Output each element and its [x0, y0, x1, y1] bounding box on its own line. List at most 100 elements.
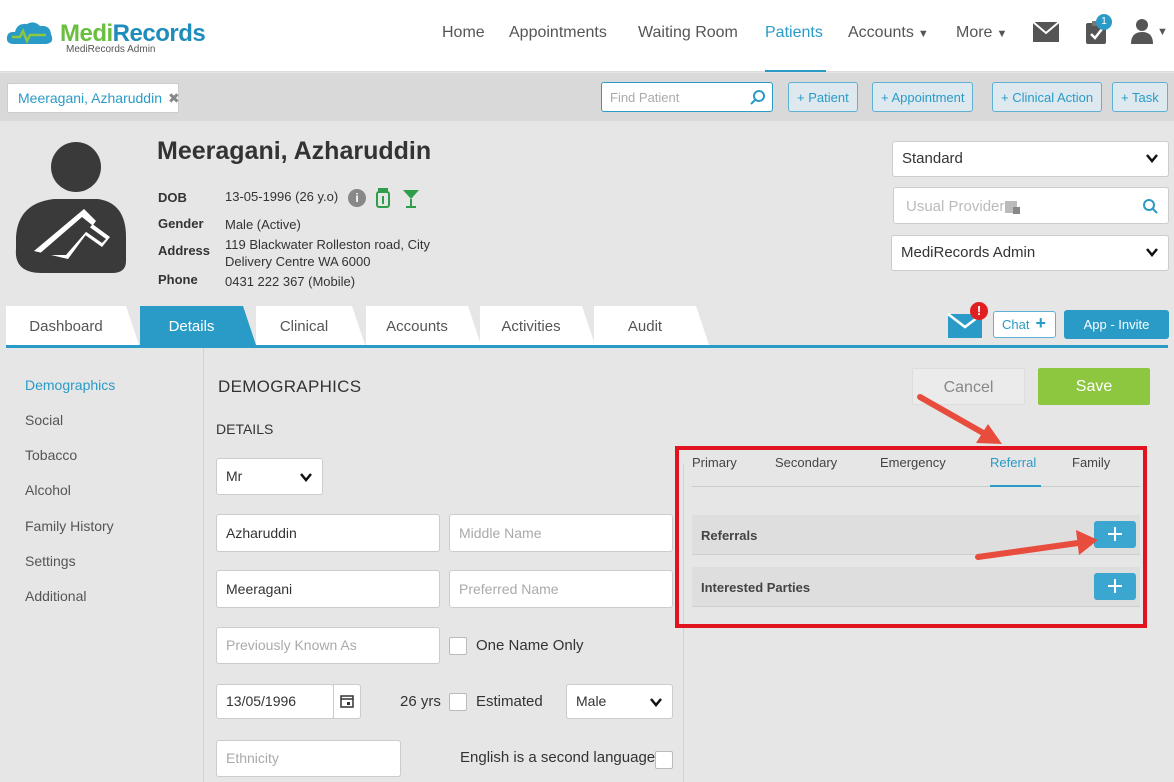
tab-corner: [696, 306, 710, 348]
practitioner-select-value: MediRecords Admin: [901, 244, 1036, 261]
sidebar-item-additional[interactable]: Additional: [25, 588, 87, 604]
chevron-down-icon: ▼: [917, 28, 929, 40]
find-patient-input[interactable]: Find Patient: [601, 82, 773, 112]
cloud-logo-icon: [6, 22, 53, 45]
one-name-only-label: One Name Only: [476, 637, 584, 654]
tab-clinical-label: Clinical: [279, 318, 329, 335]
sex-select-value: Male: [576, 693, 607, 709]
nav-appointments[interactable]: Appointments: [509, 24, 607, 42]
sidebar-item-alcohol[interactable]: Alcohol: [25, 482, 71, 498]
tab-dashboard[interactable]: Dashboard: [6, 306, 140, 348]
add-appointment-button[interactable]: + Appointment: [872, 82, 974, 112]
nav-waiting-room[interactable]: Waiting Room: [638, 24, 738, 42]
title-select-value: Mr: [226, 468, 243, 484]
nav-home[interactable]: Home: [442, 24, 485, 42]
provider-card-icon: [1005, 201, 1020, 214]
phone-label: Phone: [158, 272, 198, 287]
sidebar-item-demographics[interactable]: Demographics: [25, 377, 115, 393]
tab-audit[interactable]: Audit: [594, 306, 710, 348]
calendar-icon: [340, 695, 354, 708]
medication-jar-icon[interactable]: [374, 188, 392, 208]
tab-accounts-label: Accounts: [386, 318, 448, 335]
app-invite-button[interactable]: App - Invite: [1064, 310, 1169, 339]
save-button[interactable]: Save: [1038, 368, 1150, 405]
search-icon[interactable]: [1142, 198, 1158, 214]
tab-details[interactable]: Details: [140, 306, 257, 348]
annotation-highlight-box: [675, 446, 1147, 628]
calendar-button[interactable]: [333, 684, 361, 719]
one-name-only-checkbox[interactable]: [449, 637, 467, 655]
dob-label: DOB: [158, 190, 187, 205]
user-account-icon[interactable]: [1131, 18, 1153, 44]
patient-name-heading: Meeragani, Azharuddin: [157, 137, 432, 165]
age-label: 26 yrs: [400, 693, 441, 710]
address-label: Address: [158, 243, 211, 258]
search-icon[interactable]: [750, 89, 766, 105]
tab-details-label: Details: [168, 318, 215, 335]
cancel-button[interactable]: Cancel: [912, 368, 1025, 405]
find-patient-placeholder: Find Patient: [610, 90, 680, 105]
phone-value: 0431 222 367 (Mobile): [225, 274, 356, 289]
sidebar-item-tobacco[interactable]: Tobacco: [25, 447, 77, 463]
standard-select[interactable]: Standard: [892, 141, 1169, 177]
nav-active-underline: [765, 70, 826, 72]
top-navbar: MediRecords MediRecords Admin Home Appoi…: [0, 0, 1174, 72]
standard-select-value: Standard: [902, 150, 963, 167]
last-name-input[interactable]: Meeragani: [216, 570, 440, 608]
sidebar-item-settings[interactable]: Settings: [25, 553, 76, 569]
add-clinical-action-button[interactable]: + Clinical Action: [992, 82, 1103, 112]
ethnicity-input[interactable]: Ethnicity: [216, 740, 401, 777]
first-name-input[interactable]: Azharuddin: [216, 514, 440, 552]
medirecords-logo[interactable]: MediRecords MediRecords Admin: [6, 14, 206, 60]
patient-avatar-icon: [15, 142, 126, 273]
usual-provider-placeholder: Usual Provider: [906, 198, 1005, 215]
details-subtitle: DETAILS: [216, 421, 274, 437]
sex-select[interactable]: Male: [566, 684, 673, 719]
chevron-down-icon: [300, 473, 312, 482]
estimated-checkbox[interactable]: [449, 693, 467, 711]
tab-activities-label: Activities: [501, 318, 561, 335]
sidebar-item-family-history[interactable]: Family History: [25, 518, 114, 534]
patient-toolbar: Meeragani, Azharuddin ✖ Find Patient + Pa…: [0, 73, 1174, 121]
nav-more[interactable]: More ▼: [956, 24, 1007, 42]
info-icon[interactable]: i: [348, 189, 366, 207]
chat-button-label: Chat: [1002, 317, 1030, 332]
practitioner-select[interactable]: MediRecords Admin: [891, 235, 1169, 271]
preferred-name-input[interactable]: Preferred Name: [449, 570, 673, 608]
tab-dashboard-label: Dashboard: [29, 318, 103, 335]
plus-icon: +: [1035, 313, 1046, 333]
tab-clinical[interactable]: Clinical: [256, 306, 366, 348]
gender-value: Male (Active): [225, 217, 301, 232]
open-patient-tab-label: Meeragani, Azharuddin: [18, 90, 162, 106]
esl-label: English is a second language: [460, 749, 656, 766]
nav-more-label: More: [956, 24, 993, 41]
chevron-down-icon: ▼: [996, 28, 1008, 40]
usual-provider-input[interactable]: Usual Provider: [893, 187, 1169, 224]
tab-activities[interactable]: Activities: [480, 306, 596, 348]
nav-accounts[interactable]: Accounts ▼: [848, 24, 929, 42]
tab-accounts[interactable]: Accounts: [366, 306, 482, 348]
previously-known-input[interactable]: Previously Known As: [216, 627, 440, 664]
alcohol-glass-icon[interactable]: [402, 188, 420, 208]
chevron-down-icon: [1146, 154, 1158, 163]
tab-corner: [352, 306, 366, 348]
add-task-button[interactable]: + Task: [1112, 82, 1168, 112]
title-select[interactable]: Mr: [216, 458, 323, 495]
section-title: DEMOGRAPHICS: [218, 377, 362, 396]
nav-patients[interactable]: Patients: [765, 24, 823, 42]
dob-input[interactable]: 13/05/1996: [216, 684, 334, 719]
esl-checkbox[interactable]: [655, 751, 673, 769]
gender-label: Gender: [158, 216, 204, 231]
chevron-down-icon[interactable]: ▼: [1157, 26, 1168, 38]
mail-icon[interactable]: [1033, 22, 1059, 42]
open-patient-tab[interactable]: Meeragani, Azharuddin ✖: [7, 83, 180, 113]
sidebar-item-social[interactable]: Social: [25, 412, 63, 428]
add-patient-button[interactable]: + Patient: [788, 82, 858, 112]
middle-name-input[interactable]: Middle Name: [449, 514, 673, 552]
chat-button[interactable]: Chat +: [993, 311, 1056, 338]
logo-subtitle: MediRecords Admin: [66, 44, 156, 55]
estimated-label: Estimated: [476, 693, 543, 710]
close-icon[interactable]: ✖: [168, 90, 180, 106]
dob-value: 13-05-1996 (26 y.o): [225, 189, 339, 204]
tab-corner: [126, 306, 140, 348]
